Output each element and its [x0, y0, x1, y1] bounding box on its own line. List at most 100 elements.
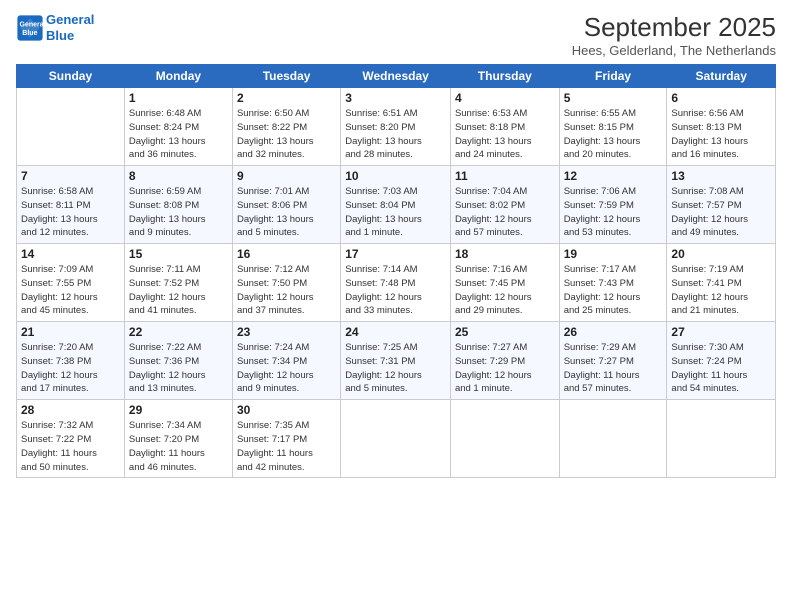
day-info: Sunrise: 7:17 AM Sunset: 7:43 PM Dayligh… [564, 263, 663, 318]
location-subtitle: Hees, Gelderland, The Netherlands [572, 43, 776, 58]
calendar-cell: 22 Sunrise: 7:22 AM Sunset: 7:36 PM Dayli… [124, 322, 232, 400]
calendar-cell: 1 Sunrise: 6:48 AM Sunset: 8:24 PM Daylig… [124, 88, 232, 166]
calendar-cell: 10 Sunrise: 7:03 AM Sunset: 8:04 PM Dayli… [341, 166, 451, 244]
day-info: Sunrise: 7:19 AM Sunset: 7:41 PM Dayligh… [671, 263, 771, 318]
day-info: Sunrise: 7:01 AM Sunset: 8:06 PM Dayligh… [237, 185, 336, 240]
week-row-2: 7 Sunrise: 6:58 AM Sunset: 8:11 PM Daylig… [17, 166, 776, 244]
calendar-cell: 8 Sunrise: 6:59 AM Sunset: 8:08 PM Daylig… [124, 166, 232, 244]
week-row-1: 1 Sunrise: 6:48 AM Sunset: 8:24 PM Daylig… [17, 88, 776, 166]
day-number: 13 [671, 169, 771, 183]
day-number: 17 [345, 247, 446, 261]
day-number: 18 [455, 247, 555, 261]
day-number: 7 [21, 169, 120, 183]
day-info: Sunrise: 7:35 AM Sunset: 7:17 PM Dayligh… [237, 419, 336, 474]
day-number: 11 [455, 169, 555, 183]
day-number: 27 [671, 325, 771, 339]
day-info: Sunrise: 7:08 AM Sunset: 7:57 PM Dayligh… [671, 185, 771, 240]
day-number: 6 [671, 91, 771, 105]
day-info: Sunrise: 6:58 AM Sunset: 8:11 PM Dayligh… [21, 185, 120, 240]
day-info: Sunrise: 7:34 AM Sunset: 7:20 PM Dayligh… [129, 419, 228, 474]
day-info: Sunrise: 7:30 AM Sunset: 7:24 PM Dayligh… [671, 341, 771, 396]
day-info: Sunrise: 7:04 AM Sunset: 8:02 PM Dayligh… [455, 185, 555, 240]
day-number: 14 [21, 247, 120, 261]
day-number: 19 [564, 247, 663, 261]
day-info: Sunrise: 7:24 AM Sunset: 7:34 PM Dayligh… [237, 341, 336, 396]
day-number: 15 [129, 247, 228, 261]
calendar-cell [667, 400, 776, 478]
week-row-5: 28Sunrise: 7:32 AM Sunset: 7:22 PM Dayli… [17, 400, 776, 478]
day-number: 3 [345, 91, 446, 105]
calendar-cell: 18Sunrise: 7:16 AM Sunset: 7:45 PM Dayli… [450, 244, 559, 322]
day-number: 26 [564, 325, 663, 339]
calendar-cell: 21 Sunrise: 7:20 AM Sunset: 7:38 PM Dayli… [17, 322, 125, 400]
calendar-cell: 29 Sunrise: 7:34 AM Sunset: 7:20 PM Dayli… [124, 400, 232, 478]
day-number: 20 [671, 247, 771, 261]
day-number: 4 [455, 91, 555, 105]
day-number: 22 [129, 325, 228, 339]
calendar-cell: 24Sunrise: 7:25 AM Sunset: 7:31 PM Dayli… [341, 322, 451, 400]
calendar-cell: 7 Sunrise: 6:58 AM Sunset: 8:11 PM Daylig… [17, 166, 125, 244]
day-info: Sunrise: 7:22 AM Sunset: 7:36 PM Dayligh… [129, 341, 228, 396]
calendar-cell [559, 400, 667, 478]
calendar-cell: 11 Sunrise: 7:04 AM Sunset: 8:02 PM Dayli… [450, 166, 559, 244]
day-header-monday: Monday [124, 65, 232, 88]
logo-line1: General [46, 12, 94, 27]
header: General Blue General Blue September 2025… [16, 12, 776, 58]
day-info: Sunrise: 7:03 AM Sunset: 8:04 PM Dayligh… [345, 185, 446, 240]
calendar-cell: 2 Sunrise: 6:50 AM Sunset: 8:22 PM Daylig… [232, 88, 340, 166]
day-number: 23 [237, 325, 336, 339]
day-number: 30 [237, 403, 336, 417]
day-number: 12 [564, 169, 663, 183]
day-number: 16 [237, 247, 336, 261]
calendar-cell: 28Sunrise: 7:32 AM Sunset: 7:22 PM Dayli… [17, 400, 125, 478]
day-number: 25 [455, 325, 555, 339]
svg-text:Blue: Blue [22, 30, 37, 37]
logo-line2: Blue [46, 28, 74, 43]
calendar-cell: 20 Sunrise: 7:19 AM Sunset: 7:41 PM Dayli… [667, 244, 776, 322]
day-number: 28 [21, 403, 120, 417]
day-number: 5 [564, 91, 663, 105]
title-block: September 2025 Hees, Gelderland, The Net… [572, 12, 776, 58]
day-info: Sunrise: 6:56 AM Sunset: 8:13 PM Dayligh… [671, 107, 771, 162]
day-info: Sunrise: 7:20 AM Sunset: 7:38 PM Dayligh… [21, 341, 120, 396]
day-number: 8 [129, 169, 228, 183]
calendar-cell: 5 Sunrise: 6:55 AM Sunset: 8:15 PM Daylig… [559, 88, 667, 166]
day-info: Sunrise: 6:48 AM Sunset: 8:24 PM Dayligh… [129, 107, 228, 162]
day-number: 21 [21, 325, 120, 339]
calendar-cell: 15Sunrise: 7:11 AM Sunset: 7:52 PM Dayli… [124, 244, 232, 322]
calendar-cell: 30 Sunrise: 7:35 AM Sunset: 7:17 PM Dayli… [232, 400, 340, 478]
logo: General Blue General Blue [16, 12, 94, 43]
day-number: 9 [237, 169, 336, 183]
calendar-cell: 26 Sunrise: 7:29 AM Sunset: 7:27 PM Dayli… [559, 322, 667, 400]
header-row: SundayMondayTuesdayWednesdayThursdayFrid… [17, 65, 776, 88]
day-info: Sunrise: 7:12 AM Sunset: 7:50 PM Dayligh… [237, 263, 336, 318]
day-header-wednesday: Wednesday [341, 65, 451, 88]
calendar-cell: 17Sunrise: 7:14 AM Sunset: 7:48 PM Dayli… [341, 244, 451, 322]
day-info: Sunrise: 7:29 AM Sunset: 7:27 PM Dayligh… [564, 341, 663, 396]
calendar-cell: 6 Sunrise: 6:56 AM Sunset: 8:13 PM Daylig… [667, 88, 776, 166]
day-info: Sunrise: 6:51 AM Sunset: 8:20 PM Dayligh… [345, 107, 446, 162]
month-title: September 2025 [572, 12, 776, 43]
day-number: 29 [129, 403, 228, 417]
day-number: 10 [345, 169, 446, 183]
calendar-cell: 19 Sunrise: 7:17 AM Sunset: 7:43 PM Dayli… [559, 244, 667, 322]
calendar-cell: 14 Sunrise: 7:09 AM Sunset: 7:55 PM Dayli… [17, 244, 125, 322]
week-row-3: 14 Sunrise: 7:09 AM Sunset: 7:55 PM Dayli… [17, 244, 776, 322]
day-info: Sunrise: 7:06 AM Sunset: 7:59 PM Dayligh… [564, 185, 663, 240]
day-info: Sunrise: 6:59 AM Sunset: 8:08 PM Dayligh… [129, 185, 228, 240]
day-header-thursday: Thursday [450, 65, 559, 88]
day-info: Sunrise: 6:55 AM Sunset: 8:15 PM Dayligh… [564, 107, 663, 162]
day-number: 1 [129, 91, 228, 105]
calendar-cell: 13 Sunrise: 7:08 AM Sunset: 7:57 PM Dayli… [667, 166, 776, 244]
day-info: Sunrise: 7:09 AM Sunset: 7:55 PM Dayligh… [21, 263, 120, 318]
page: General Blue General Blue September 2025… [0, 0, 792, 612]
calendar-cell: 3 Sunrise: 6:51 AM Sunset: 8:20 PM Daylig… [341, 88, 451, 166]
day-header-saturday: Saturday [667, 65, 776, 88]
day-number: 2 [237, 91, 336, 105]
logo-icon: General Blue [16, 14, 44, 42]
day-info: Sunrise: 6:53 AM Sunset: 8:18 PM Dayligh… [455, 107, 555, 162]
week-row-4: 21 Sunrise: 7:20 AM Sunset: 7:38 PM Dayli… [17, 322, 776, 400]
calendar-cell: 25Sunrise: 7:27 AM Sunset: 7:29 PM Dayli… [450, 322, 559, 400]
day-info: Sunrise: 7:25 AM Sunset: 7:31 PM Dayligh… [345, 341, 446, 396]
day-info: Sunrise: 6:50 AM Sunset: 8:22 PM Dayligh… [237, 107, 336, 162]
